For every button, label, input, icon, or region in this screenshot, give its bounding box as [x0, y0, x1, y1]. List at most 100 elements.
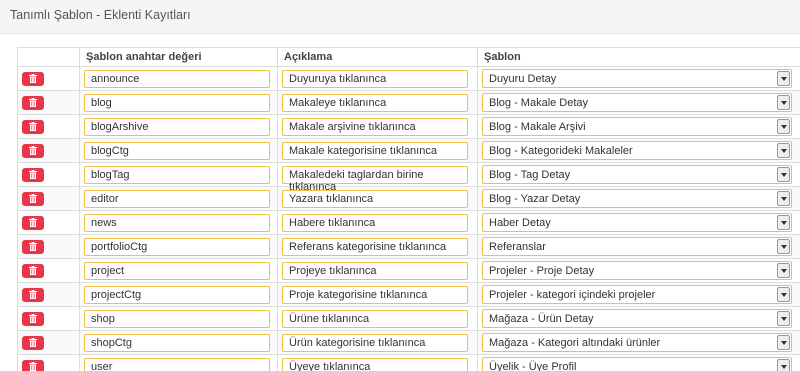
key-field[interactable]: user [84, 357, 270, 371]
template-select-value: Projeler - Proje Detay [489, 265, 595, 277]
chevron-down-icon[interactable] [777, 119, 790, 134]
key-cell: blogArshive [79, 114, 278, 139]
delete-button[interactable] [22, 95, 44, 110]
trash-icon [29, 218, 37, 227]
chevron-down-icon[interactable] [777, 71, 790, 86]
template-select[interactable]: Blog - Tag Detay [482, 165, 792, 184]
delete-button[interactable] [22, 311, 44, 326]
description-field[interactable]: Ürüne tıklanınca [282, 309, 468, 328]
key-field[interactable]: news [84, 213, 270, 232]
template-select[interactable]: Blog - Makale Detay [482, 93, 792, 112]
key-field[interactable]: blogArshive [84, 117, 270, 136]
trash-icon [29, 266, 37, 275]
chevron-down-icon[interactable] [777, 167, 790, 182]
trash-icon [29, 74, 37, 83]
key-field[interactable]: blogCtg [84, 141, 270, 160]
delete-button[interactable] [22, 239, 44, 254]
key-cell: project [79, 258, 278, 283]
description-cell: Referans kategorisine tıklanınca [277, 234, 478, 259]
chevron-down-icon[interactable] [777, 287, 790, 302]
trash-icon [29, 98, 37, 107]
template-select[interactable]: Blog - Yazar Detay [482, 189, 792, 208]
description-cell: Duyuruya tıklanınca [277, 66, 478, 91]
description-field[interactable]: Makale arşivine tıklanınca [282, 117, 468, 136]
key-field[interactable]: projectCtg [84, 285, 270, 304]
delete-button[interactable] [22, 359, 44, 371]
table-row: blogTag Makaledeki taglardan birine tıkl… [17, 162, 800, 193]
delete-button[interactable] [22, 287, 44, 302]
template-select[interactable]: Referanslar [482, 237, 792, 256]
delete-button[interactable] [22, 167, 44, 182]
table-row: portfolioCtg Referans kategorisine tıkla… [17, 234, 800, 259]
description-field[interactable]: Habere tıklanınca [282, 213, 468, 232]
template-select-value: Blog - Kategorideki Makaleler [489, 145, 633, 157]
template-select-value: Blog - Makale Arşivi [489, 121, 586, 133]
chevron-down-icon[interactable] [777, 215, 790, 230]
template-select[interactable]: Blog - Makale Arşivi [482, 117, 792, 136]
template-cell: Mağaza - Ürün Detay [477, 306, 800, 331]
description-field[interactable]: Yazara tıklanınca [282, 189, 468, 208]
chevron-down-icon[interactable] [777, 335, 790, 350]
chevron-down-icon[interactable] [777, 311, 790, 326]
chevron-down-icon[interactable] [777, 143, 790, 158]
chevron-down-icon[interactable] [777, 95, 790, 110]
delete-cell [17, 282, 80, 307]
template-select[interactable]: Üyelik - Üye Profil [482, 357, 792, 371]
key-field[interactable]: shop [84, 309, 270, 328]
chevron-down-icon[interactable] [777, 359, 790, 371]
description-field[interactable]: Üyeye tıklanınca [282, 357, 468, 371]
delete-cell [17, 90, 80, 115]
delete-button[interactable] [22, 215, 44, 230]
delete-cell [17, 210, 80, 235]
key-field[interactable]: announce [84, 69, 270, 88]
key-field[interactable]: shopCtg [84, 333, 270, 352]
delete-button[interactable] [22, 119, 44, 134]
table-row: news Habere tıklanınca Haber Detay [17, 210, 800, 235]
delete-button[interactable] [22, 143, 44, 158]
key-field[interactable]: portfolioCtg [84, 237, 270, 256]
template-select[interactable]: Blog - Kategorideki Makaleler [482, 141, 792, 160]
chevron-down-icon[interactable] [777, 191, 790, 206]
template-select[interactable]: Mağaza - Kategori altındaki ürünler [482, 333, 792, 352]
delete-cell [17, 66, 80, 91]
chevron-down-icon[interactable] [777, 239, 790, 254]
template-cell: Mağaza - Kategori altındaki ürünler [477, 330, 800, 355]
template-select[interactable]: Haber Detay [482, 213, 792, 232]
delete-button[interactable] [22, 263, 44, 278]
template-select-value: Duyuru Detay [489, 73, 557, 85]
table-row: blogArshive Makale arşivine tıklanınca B… [17, 114, 800, 139]
delete-button[interactable] [22, 335, 44, 350]
delete-button[interactable] [22, 71, 44, 86]
description-field[interactable]: Makale kategorisine tıklanınca [282, 141, 468, 160]
key-field[interactable]: blog [84, 93, 270, 112]
table-row: blogCtg Makale kategorisine tıklanınca B… [17, 138, 800, 163]
description-field[interactable]: Proje kategorisine tıklanınca [282, 285, 468, 304]
description-field[interactable]: Makaleye tıklanınca [282, 93, 468, 112]
template-select[interactable]: Projeler - Proje Detay [482, 261, 792, 280]
key-cell: editor [79, 186, 278, 211]
description-field[interactable]: Referans kategorisine tıklanınca [282, 237, 468, 256]
key-field[interactable]: project [84, 261, 270, 280]
template-select[interactable]: Mağaza - Ürün Detay [482, 309, 792, 328]
description-cell: Ürün kategorisine tıklanınca [277, 330, 478, 355]
delete-button[interactable] [22, 191, 44, 206]
trash-icon [29, 290, 37, 299]
column-header-description: Açıklama [277, 47, 478, 67]
page-header: Tanımlı Şablon - Eklenti Kayıtları [0, 0, 800, 34]
chevron-down-icon[interactable] [777, 263, 790, 278]
template-select[interactable]: Projeler - kategori içindeki projeler [482, 285, 792, 304]
key-cell: shopCtg [79, 330, 278, 355]
table-row: shop Ürüne tıklanınca Mağaza - Ürün Deta… [17, 306, 800, 331]
key-field[interactable]: blogTag [84, 165, 270, 184]
template-select[interactable]: Duyuru Detay [482, 69, 792, 88]
trash-icon [29, 242, 37, 251]
trash-icon [29, 362, 37, 371]
key-field[interactable]: editor [84, 189, 270, 208]
description-field[interactable]: Makaledeki taglardan birine tıklanınca [282, 165, 468, 193]
description-field[interactable]: Duyuruya tıklanınca [282, 69, 468, 88]
description-field[interactable]: Ürün kategorisine tıklanınca [282, 333, 468, 352]
template-cell: Blog - Tag Detay [477, 162, 800, 187]
template-select-value: Blog - Tag Detay [489, 169, 571, 181]
description-field[interactable]: Projeye tıklanınca [282, 261, 468, 280]
table-row: shopCtg Ürün kategorisine tıklanınca Mağ… [17, 330, 800, 355]
